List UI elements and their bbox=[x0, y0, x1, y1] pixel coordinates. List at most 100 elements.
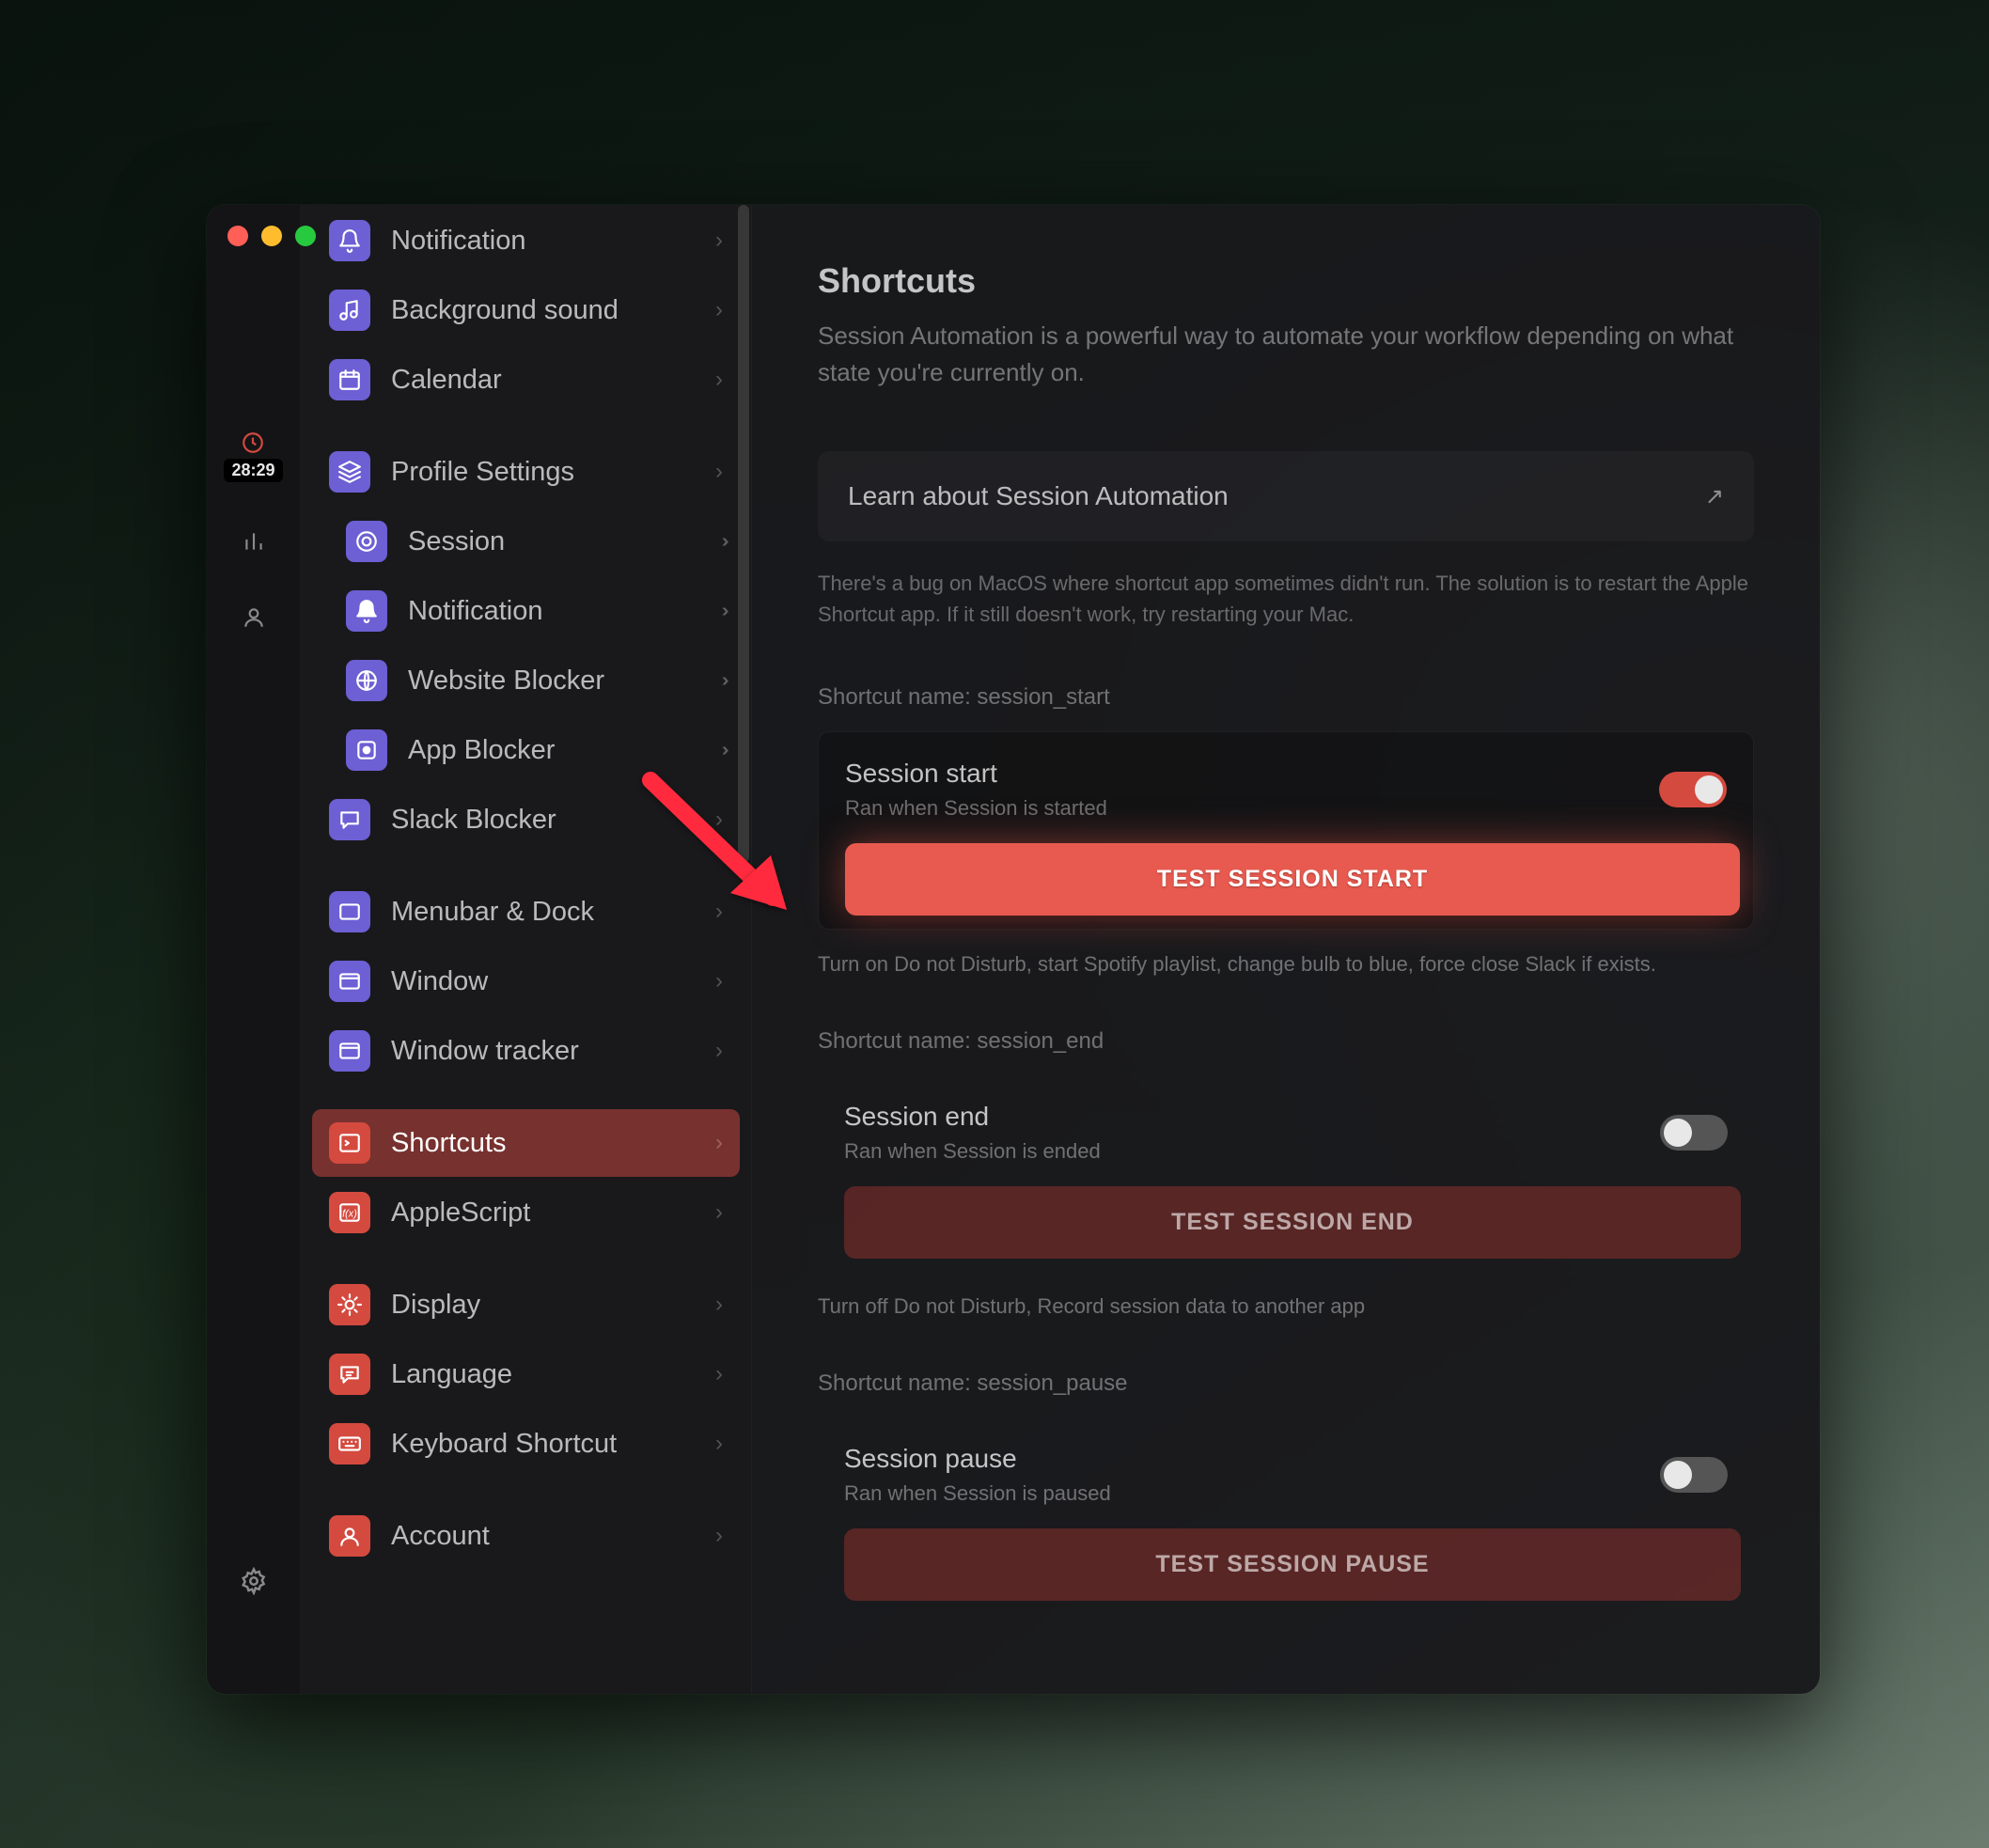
learn-link-label: Learn about Session Automation bbox=[848, 481, 1229, 511]
bar-chart-icon bbox=[242, 529, 266, 554]
external-arrow-icon: ↗ bbox=[1705, 483, 1724, 510]
settings-sidebar[interactable]: Notification›Background sound›Calendar›P… bbox=[301, 205, 752, 1694]
toggle-knob bbox=[1664, 1119, 1692, 1147]
sidebar-item-label: Shortcuts bbox=[391, 1128, 695, 1159]
shortcut-toggle[interactable] bbox=[1659, 772, 1727, 807]
sidebar-item-label: Profile Settings bbox=[391, 457, 695, 488]
sidebar-item-session[interactable]: Session›› bbox=[312, 508, 740, 575]
shortcut-hint: Turn on Do not Disturb, start Spotify pl… bbox=[818, 948, 1754, 979]
sidebar-item-profile-settings[interactable]: Profile Settings › bbox=[312, 438, 740, 506]
person-icon bbox=[242, 605, 266, 630]
window-maximize-button[interactable] bbox=[295, 226, 316, 246]
settings-tab[interactable] bbox=[240, 1567, 268, 1600]
window2-icon bbox=[329, 961, 370, 1002]
page-title: Shortcuts bbox=[818, 261, 1754, 301]
shortcut-header: Session pauseRan when Session is paused bbox=[844, 1444, 1741, 1506]
shortcut-hint: Turn off Do not Disturb, Record session … bbox=[818, 1291, 1754, 1322]
sidebar-item-shortcuts[interactable]: Shortcuts › bbox=[312, 1109, 740, 1177]
group-divider bbox=[312, 1248, 740, 1269]
stats-tab[interactable] bbox=[242, 529, 266, 558]
toggle-knob bbox=[1695, 775, 1723, 804]
shortcut-header: Session startRan when Session is started bbox=[845, 759, 1740, 821]
sidebar-item-language[interactable]: Language › bbox=[312, 1340, 740, 1408]
sidebar-item-label: Language bbox=[391, 1359, 695, 1390]
sidebar-item-website-blocker[interactable]: Website Blocker›› bbox=[312, 647, 740, 714]
sidebar-item-keyboard-shortcut[interactable]: Keyboard Shortcut› bbox=[312, 1410, 740, 1478]
test-button[interactable]: TEST SESSION PAUSE bbox=[844, 1528, 1741, 1601]
chat-icon bbox=[329, 799, 370, 840]
sidebar-item-notification[interactable]: Notification›› bbox=[312, 577, 740, 645]
gear-icon bbox=[240, 1567, 268, 1595]
profile-tab[interactable] bbox=[242, 605, 266, 634]
shortcut-name-label: Shortcut name: session_end bbox=[818, 1028, 1754, 1055]
sidebar-item-label: Window tracker bbox=[391, 1036, 695, 1067]
sidebar-item-label: Slack Blocker bbox=[391, 805, 695, 836]
shortcut-section: Shortcut name: session_end Session end Ran… bbox=[818, 1028, 1754, 1322]
chevron-right-icon: › bbox=[715, 367, 723, 393]
layers-icon bbox=[329, 451, 370, 493]
svg-text:f(x): f(x) bbox=[342, 1208, 357, 1219]
test-button[interactable]: TEST SESSION START bbox=[845, 843, 1740, 916]
chevron-right-icon: › bbox=[715, 1361, 723, 1387]
window3-icon bbox=[329, 1030, 370, 1072]
shortcut-subtitle: Ran when Session is ended bbox=[844, 1139, 1101, 1164]
sidebar-item-display[interactable]: Display › bbox=[312, 1271, 740, 1339]
sidebar-item-slack-blocker[interactable]: Slack Blocker› bbox=[312, 786, 740, 854]
shortcut-section: Shortcut name: session_start Session star… bbox=[818, 684, 1754, 979]
bug-note: There's a bug on MacOS where shortcut ap… bbox=[818, 568, 1754, 630]
timer-widget[interactable]: 28:29 bbox=[224, 431, 282, 482]
window-icon bbox=[329, 891, 370, 932]
sidebar-item-label: App Blocker bbox=[408, 735, 702, 766]
target-icon bbox=[346, 521, 387, 562]
test-button[interactable]: TEST SESSION END bbox=[844, 1186, 1741, 1259]
window-minimize-button[interactable] bbox=[261, 226, 282, 246]
sidebar-item-applescript[interactable]: f(x)AppleScript› bbox=[312, 1179, 740, 1246]
shortcut-name-label: Shortcut name: session_pause bbox=[818, 1370, 1754, 1397]
sidebar-item-label: Display bbox=[391, 1290, 695, 1321]
shortcut-name-label: Shortcut name: session_start bbox=[818, 684, 1754, 711]
shortcut-card: Session pauseRan when Session is paused T… bbox=[818, 1417, 1754, 1614]
shortcut-subtitle: Ran when Session is paused bbox=[844, 1481, 1111, 1506]
window-close-button[interactable] bbox=[227, 226, 248, 246]
chevron-right-icon: › bbox=[715, 1199, 723, 1226]
sidebar-item-label: Calendar bbox=[391, 365, 695, 396]
sidebar-item-calendar[interactable]: Calendar › bbox=[312, 346, 740, 414]
sidebar-item-account[interactable]: Account › bbox=[312, 1502, 740, 1570]
page-description: Session Automation is a powerful way to … bbox=[818, 318, 1754, 391]
app-window: 28:29 Notification›Background sound›Cale… bbox=[207, 205, 1820, 1694]
shortcut-title: Session end bbox=[844, 1102, 1101, 1132]
timer-value: 28:29 bbox=[224, 459, 282, 482]
chevron-right-icon: › bbox=[715, 459, 723, 485]
bell-solid-icon bbox=[346, 590, 387, 632]
sidebar-item-menubar-dock[interactable]: Menubar & Dock› bbox=[312, 878, 740, 946]
shortcut-header: Session end Ran when Session is ended bbox=[844, 1102, 1741, 1164]
sidebar-item-window-tracker[interactable]: Window tracker› bbox=[312, 1017, 740, 1085]
calendar-icon bbox=[329, 359, 370, 400]
sidebar-item-label: Keyboard Shortcut bbox=[391, 1429, 695, 1460]
sidebar-item-window[interactable]: Window› bbox=[312, 947, 740, 1015]
scrollbar-thumb[interactable] bbox=[738, 205, 749, 863]
sidebar-item-background-sound[interactable]: Background sound› bbox=[312, 276, 740, 344]
shortcut-toggle[interactable] bbox=[1660, 1115, 1728, 1151]
sidebar-item-label: Notification bbox=[391, 226, 695, 257]
chevron-right-icon: › bbox=[715, 968, 723, 994]
shortcut-section: Shortcut name: session_pause Session paus… bbox=[818, 1370, 1754, 1614]
shortcut-card: Session startRan when Session is started… bbox=[818, 731, 1754, 930]
user-icon bbox=[329, 1515, 370, 1557]
sidebar-item-label: Session bbox=[408, 526, 702, 557]
content-pane[interactable]: Shortcuts Session Automation is a powerf… bbox=[752, 205, 1820, 1694]
terminal-icon bbox=[329, 1122, 370, 1164]
sidebar-item-app-blocker[interactable]: App Blocker›› bbox=[312, 716, 740, 784]
brightness-icon bbox=[329, 1284, 370, 1325]
sidebar-item-notification[interactable]: Notification› bbox=[312, 207, 740, 274]
chevron-right-icon: › bbox=[715, 1292, 723, 1318]
learn-link-card[interactable]: Learn about Session Automation ↗ bbox=[818, 451, 1754, 541]
sidebar-item-label: Background sound bbox=[391, 295, 695, 326]
chevron-right-icon: › bbox=[715, 1523, 723, 1549]
clock-icon bbox=[241, 431, 265, 455]
sidebar-item-label: Account bbox=[391, 1521, 695, 1552]
toggle-knob bbox=[1664, 1461, 1692, 1489]
shortcut-toggle[interactable] bbox=[1660, 1457, 1728, 1493]
group-divider bbox=[312, 415, 740, 436]
chevron-right-icon: › bbox=[715, 1130, 723, 1156]
